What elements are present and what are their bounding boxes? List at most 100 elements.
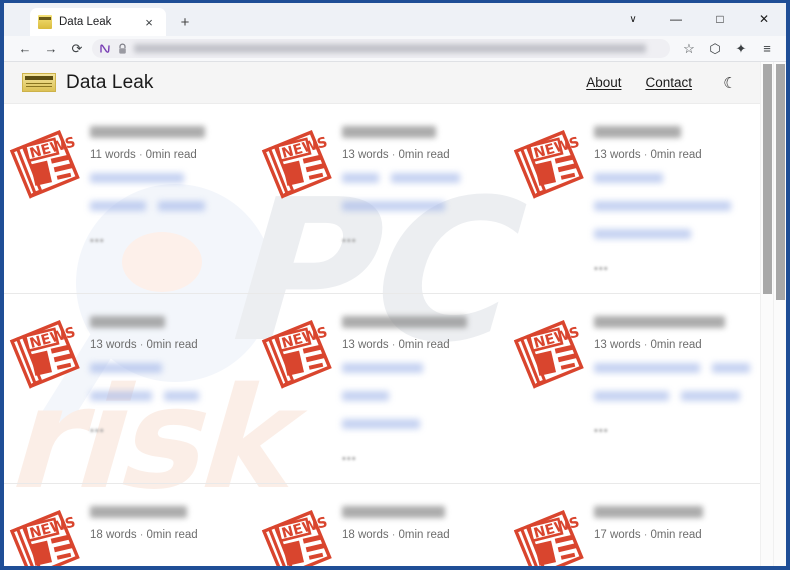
leak-card-excerpt-line[interactable] <box>342 363 424 373</box>
leak-card-more-ellipsis[interactable]: ••• <box>90 425 246 437</box>
browser-tab-data-leak[interactable]: Data Leak × <box>30 8 166 36</box>
leak-card-excerpt-line[interactable] <box>594 173 663 183</box>
leak-card-excerpt-line[interactable] <box>90 391 153 401</box>
forward-icon[interactable]: → <box>38 38 64 60</box>
read-time: 0min read <box>650 149 702 161</box>
tracking-prevention-icon[interactable] <box>98 42 111 55</box>
leak-card-body: 17 words · 0min read <box>594 500 750 566</box>
news-icon: NEWS <box>260 310 336 469</box>
leak-card-more-ellipsis[interactable]: ••• <box>90 235 246 247</box>
leak-card-excerpt-line[interactable] <box>680 391 741 401</box>
leak-card-more-ellipsis[interactable]: ••• <box>594 263 750 275</box>
dark-mode-moon-icon[interactable]: ☾ <box>722 75 738 92</box>
site-nav: About Contact ☾ <box>586 75 738 92</box>
site-header: Data Leak About Contact ☾ <box>4 62 760 104</box>
leak-card-excerpt-line[interactable] <box>594 201 732 211</box>
read-time: 0min read <box>146 339 198 351</box>
leak-card[interactable]: NEWS 17 words · 0min read <box>508 484 760 566</box>
minimize-button[interactable]: — <box>654 3 698 35</box>
site-brand[interactable]: Data Leak <box>22 72 154 94</box>
browser-window: Data Leak × + ∨ — □ ✕ ← → ⟳ ☆ ⬡ ✦ ≡ PC r… <box>0 0 790 570</box>
close-tab-icon[interactable]: × <box>140 13 158 31</box>
leak-card[interactable]: NEWS 13 words · 0min read ••• <box>4 294 256 483</box>
word-count: 18 words <box>90 529 137 541</box>
leak-card-excerpt-line[interactable] <box>342 419 420 429</box>
leak-card-excerpt-line[interactable] <box>594 363 701 373</box>
new-tab-button[interactable]: + <box>176 13 194 31</box>
shield-icon[interactable]: ⬡ <box>702 38 728 60</box>
leak-card-title[interactable] <box>90 506 187 518</box>
leak-card-meta: 13 words · 0min read <box>342 149 498 161</box>
meta-separator: · <box>138 149 143 161</box>
leak-card-excerpt-row <box>594 363 750 391</box>
address-bar[interactable] <box>92 39 670 58</box>
nav-link-about[interactable]: About <box>586 75 621 90</box>
leak-card-excerpt-line[interactable] <box>391 173 461 183</box>
leak-card-excerpt-line[interactable] <box>594 229 691 239</box>
meta-separator: · <box>643 149 648 161</box>
word-count: 11 words <box>90 149 136 161</box>
leak-card-excerpt-line[interactable] <box>342 391 389 401</box>
leak-card-excerpt-line[interactable] <box>90 173 184 183</box>
page-scrollbar[interactable] <box>773 62 786 566</box>
back-icon[interactable]: ← <box>12 38 38 60</box>
leak-card-excerpt-line[interactable] <box>594 391 669 401</box>
leak-card-row: NEWS 18 words · 0min read NEWS 18 words · 0m… <box>4 484 760 566</box>
leak-card-excerpt-line[interactable] <box>90 201 147 211</box>
leak-card-excerpt-row <box>342 391 498 419</box>
settings-menu-icon[interactable]: ≡ <box>754 38 780 60</box>
word-count: 13 words <box>342 149 389 161</box>
meta-separator: · <box>643 529 648 541</box>
leak-card-title[interactable] <box>90 126 206 138</box>
leak-card-title[interactable] <box>594 126 682 138</box>
word-count: 13 words <box>342 339 389 351</box>
leak-card-title[interactable] <box>342 126 436 138</box>
leak-card[interactable]: NEWS 13 words · 0min read ••• <box>508 104 760 293</box>
read-time: 0min read <box>398 529 450 541</box>
leak-card-title[interactable] <box>342 316 467 328</box>
nav-link-contact[interactable]: Contact <box>645 75 692 90</box>
news-icon: NEWS <box>8 120 84 279</box>
leak-card-more-ellipsis[interactable]: ••• <box>342 235 498 247</box>
leak-card-excerpt-line[interactable] <box>158 201 205 211</box>
leak-card-excerpt-line[interactable] <box>342 201 445 211</box>
tab-title: Data Leak <box>59 16 112 28</box>
word-count: 13 words <box>594 339 641 351</box>
read-time: 0min read <box>650 529 702 541</box>
meta-separator: · <box>391 529 396 541</box>
leak-card-title[interactable] <box>594 316 726 328</box>
leak-card-title[interactable] <box>342 506 445 518</box>
favorite-star-icon[interactable]: ☆ <box>676 38 702 60</box>
leak-card[interactable]: NEWS 13 words · 0min read ••• <box>508 294 760 483</box>
leak-card[interactable]: NEWS 13 words · 0min read ••• <box>256 294 508 483</box>
leak-card-excerpt-row <box>90 363 246 391</box>
leak-card-meta: 13 words · 0min read <box>90 339 246 351</box>
page-scrollbar-thumb[interactable] <box>776 64 785 300</box>
browser-chrome: Data Leak × + ∨ — □ ✕ ← → ⟳ ☆ ⬡ ✦ ≡ PC r… <box>4 3 786 566</box>
leak-card[interactable]: NEWS 18 words · 0min read <box>4 484 256 566</box>
inner-scrollbar-thumb[interactable] <box>763 64 772 294</box>
leak-card-excerpt-line[interactable] <box>90 363 162 373</box>
leak-card-meta: 13 words · 0min read <box>594 149 750 161</box>
inner-scrollbar[interactable] <box>760 62 773 566</box>
leak-card-excerpt-line[interactable] <box>164 391 199 401</box>
collections-icon[interactable]: ✦ <box>728 38 754 60</box>
chevron-down-icon[interactable]: ∨ <box>612 3 654 35</box>
maximize-button[interactable]: □ <box>698 3 742 35</box>
lock-icon[interactable] <box>116 42 129 55</box>
leak-card-meta: 11 words · 0min read <box>90 149 246 161</box>
leak-card[interactable]: NEWS 11 words · 0min read ••• <box>4 104 256 293</box>
reload-icon[interactable]: ⟳ <box>64 38 90 60</box>
leak-card-more-ellipsis[interactable]: ••• <box>342 453 498 465</box>
leak-card-excerpt-row <box>594 173 750 201</box>
url-text[interactable] <box>134 44 646 53</box>
leak-card[interactable]: NEWS 18 words · 0min read <box>256 484 508 566</box>
leak-card-title[interactable] <box>90 316 165 328</box>
leak-card-excerpt-line[interactable] <box>342 173 380 183</box>
leak-card-excerpt-row <box>90 201 246 229</box>
close-window-button[interactable]: ✕ <box>742 3 786 35</box>
leak-card-excerpt-line[interactable] <box>712 363 750 373</box>
leak-card-more-ellipsis[interactable]: ••• <box>594 425 750 437</box>
leak-card[interactable]: NEWS 13 words · 0min read ••• <box>256 104 508 293</box>
leak-card-title[interactable] <box>594 506 704 518</box>
